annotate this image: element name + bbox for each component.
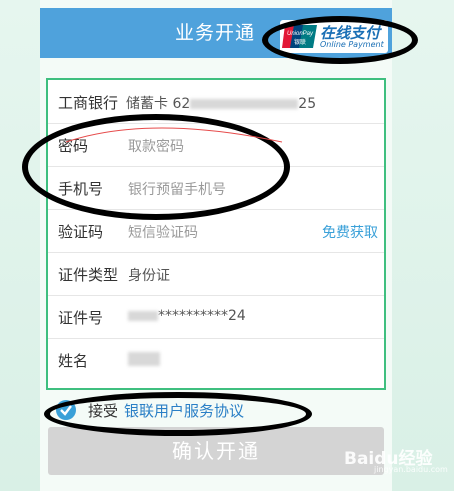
id-number-row: 证件号 **********24	[48, 295, 384, 339]
name-label: 姓名	[58, 352, 89, 370]
id-number-blur	[128, 311, 158, 321]
name-blur	[128, 352, 160, 366]
id-type-label: 证件类型	[58, 266, 119, 284]
sms-code-input[interactable]: 短信验证码	[128, 222, 198, 242]
id-type-value[interactable]: 身份证	[128, 265, 170, 285]
id-number-label: 证件号	[58, 309, 104, 327]
card-suffix: 25	[298, 96, 317, 112]
card-prefix: 62	[172, 96, 191, 112]
sms-code-label: 验证码	[58, 223, 104, 241]
card-number: 储蓄卡 62 25	[126, 93, 316, 113]
id-number-value: **********24	[128, 308, 246, 324]
bank-name: 工商银行	[58, 94, 119, 112]
card-number-blur	[190, 99, 299, 109]
logo-annotation-ellipse	[262, 16, 418, 64]
card-type: 储蓄卡	[126, 96, 168, 112]
get-code-button[interactable]: 免费获取	[322, 222, 378, 242]
name-row: 姓名	[48, 338, 384, 381]
red-annotation-stroke	[65, 127, 283, 143]
id-type-row[interactable]: 证件类型 身份证	[48, 252, 384, 296]
name-value	[128, 351, 160, 367]
page-title: 业务开通	[175, 22, 256, 44]
baidu-watermark-url: jingyan.baidu.com	[374, 465, 448, 474]
id-number-suffix: 24	[228, 308, 246, 324]
sms-code-row[interactable]: 验证码 短信验证码 免费获取	[48, 209, 384, 253]
id-number-masked: **********	[158, 308, 228, 324]
agreement-annotation-ellipse	[44, 392, 312, 436]
